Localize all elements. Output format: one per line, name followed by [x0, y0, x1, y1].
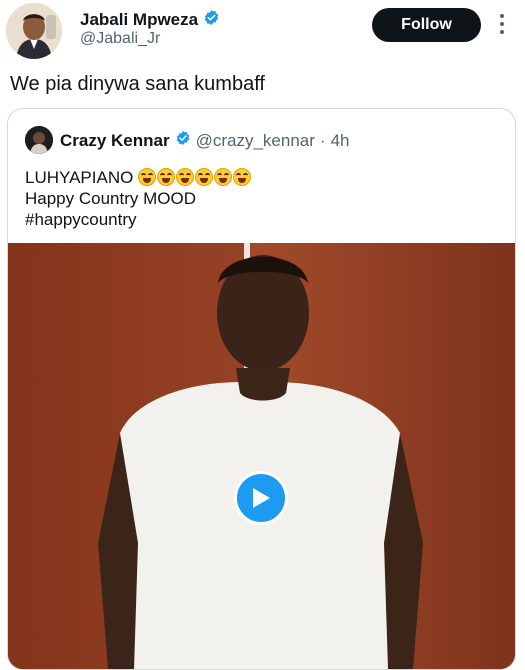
laughing-emoji-icon: [138, 168, 157, 186]
more-options-icon[interactable]: [496, 11, 508, 37]
quoted-timestamp[interactable]: 4h: [331, 131, 350, 151]
quoted-author-handle[interactable]: @crazy_kennar: [196, 131, 315, 151]
author-avatar[interactable]: [6, 3, 62, 59]
quoted-line-1-text: LUHYAPIANO: [25, 168, 134, 187]
video-thumbnail: [8, 243, 515, 669]
header-separator: ·: [319, 130, 326, 150]
laughing-emoji-icon: [157, 168, 176, 186]
verified-badge-icon: [203, 9, 220, 31]
laughing-emoji-icon: [195, 168, 214, 186]
quoted-line-1: LUHYAPIANO: [25, 167, 252, 188]
tweet-text: We pia dinywa sana kumbaff: [10, 73, 265, 95]
author-handle[interactable]: @Jabali_Jr: [80, 30, 160, 48]
quoted-author-name[interactable]: Crazy Kennar: [60, 131, 170, 151]
author-name[interactable]: Jabali Mpweza: [80, 10, 198, 30]
video-player[interactable]: [8, 243, 515, 669]
quoted-tweet-card[interactable]: Crazy Kennar @crazy_kennar · 4h LUHYAPIA…: [7, 108, 516, 670]
quoted-line-2: Happy Country MOOD: [25, 189, 196, 208]
play-button-icon[interactable]: [234, 471, 288, 525]
quoted-text: LUHYAPIANO Happy Country MOOD #happycoun…: [25, 167, 252, 230]
quoted-hashtag[interactable]: #happycountry: [25, 209, 252, 230]
quoted-author-avatar[interactable]: [25, 126, 53, 154]
laughing-emoji-row: [138, 168, 252, 187]
quoted-header: Crazy Kennar @crazy_kennar · 4h: [60, 130, 350, 151]
laughing-emoji-icon: [176, 168, 195, 186]
laughing-emoji-icon: [214, 168, 233, 186]
follow-button[interactable]: Follow: [372, 8, 481, 42]
author-name-row: Jabali Mpweza: [80, 9, 220, 31]
quoted-verified-badge-icon: [175, 130, 191, 151]
laughing-emoji-icon: [233, 168, 252, 186]
